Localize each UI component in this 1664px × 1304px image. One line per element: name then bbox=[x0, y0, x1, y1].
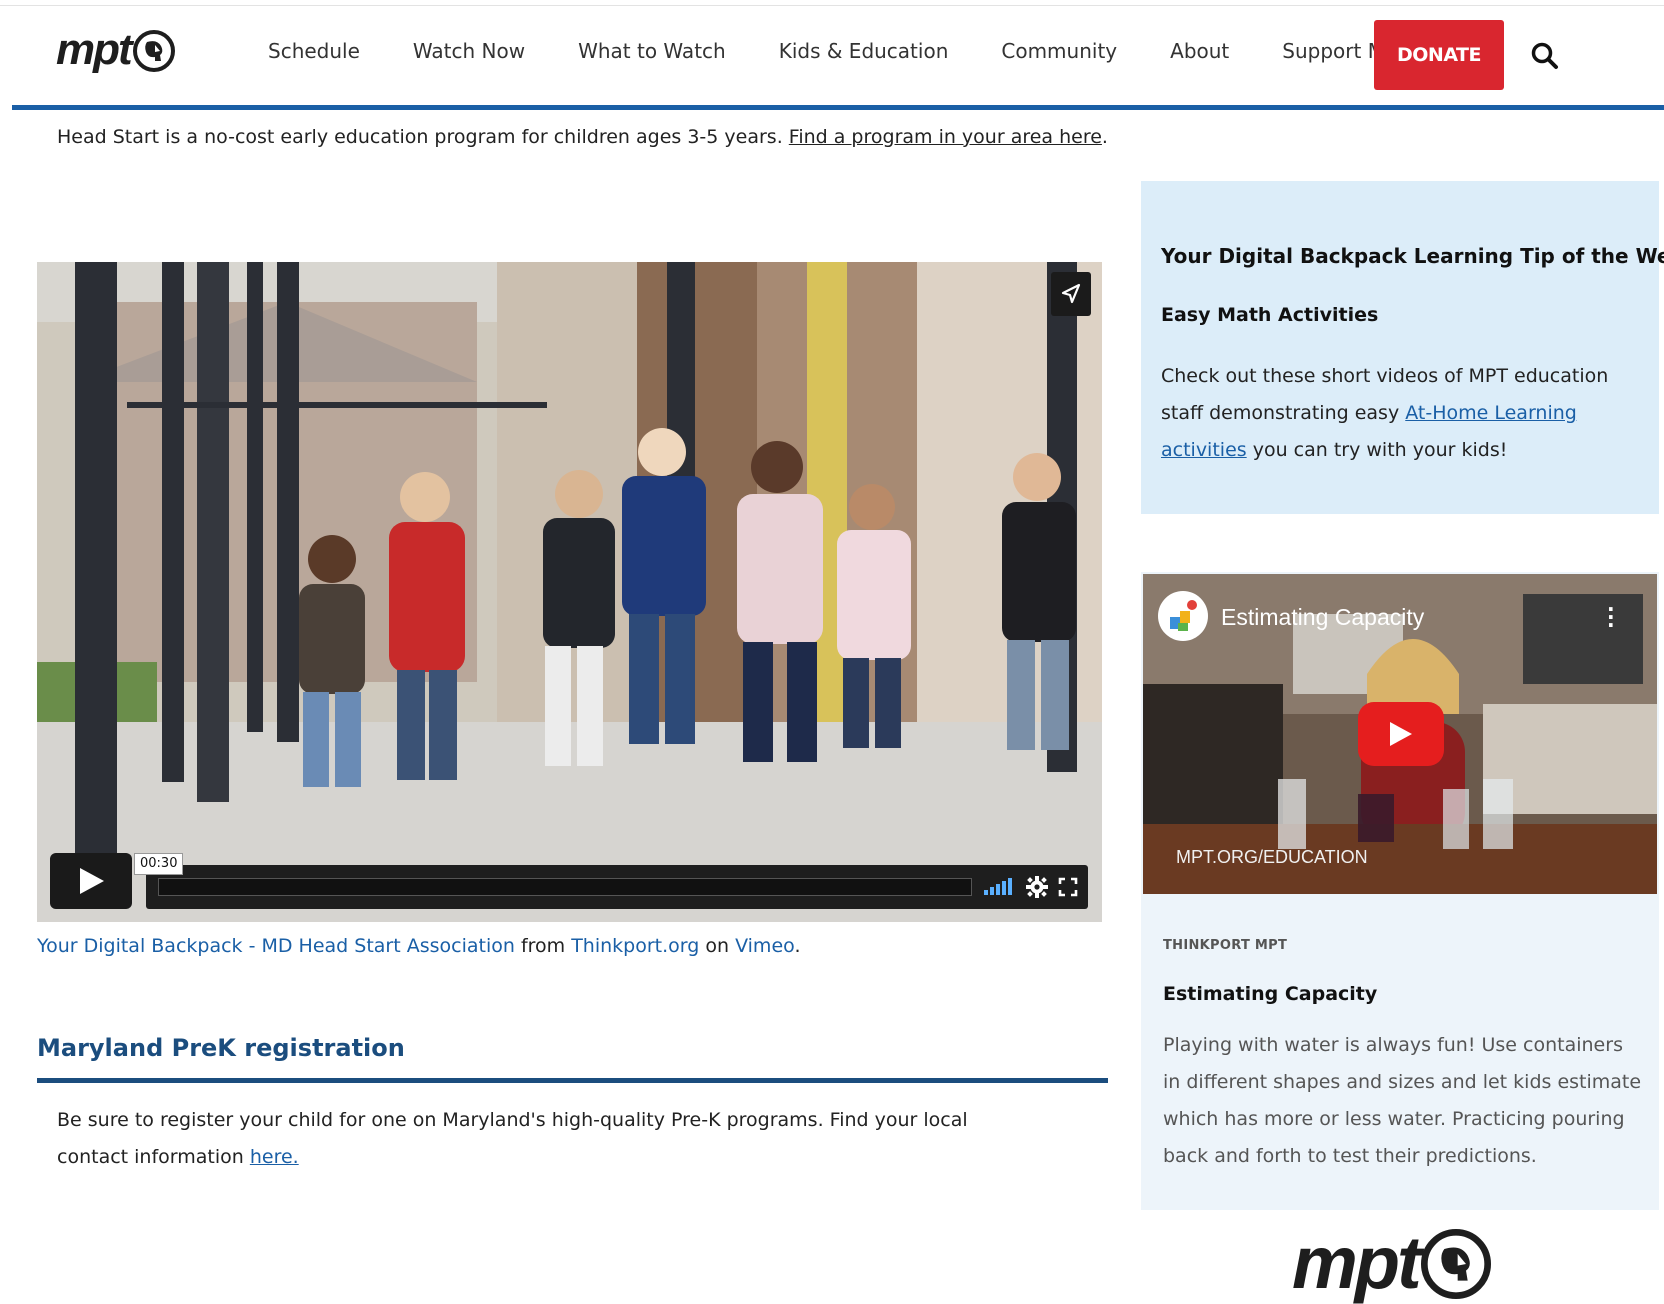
nav-kids-education[interactable]: Kids & Education bbox=[779, 39, 949, 63]
prek-divider bbox=[37, 1078, 1108, 1083]
thumbnail-title: Estimating Capacity bbox=[1221, 604, 1425, 630]
mpt-logo[interactable]: mpt bbox=[56, 28, 175, 72]
header-divider bbox=[12, 105, 1664, 110]
settings-gear-icon[interactable] bbox=[1026, 876, 1048, 898]
footer-logo-text: mpt bbox=[1292, 1221, 1422, 1304]
caption-end: . bbox=[794, 935, 801, 957]
time-badge: 00:30 bbox=[134, 853, 184, 875]
intro-suffix: . bbox=[1101, 126, 1108, 148]
share-button[interactable] bbox=[1051, 272, 1091, 316]
prek-here-link[interactable]: here. bbox=[250, 1146, 299, 1168]
logo-text: mpt bbox=[56, 25, 133, 74]
volume-icon[interactable] bbox=[984, 877, 1016, 895]
progress-bar[interactable] bbox=[158, 878, 972, 896]
thinkport-logo-icon bbox=[1170, 600, 1197, 631]
tip-title: Your Digital Backpack Learning Tip of th… bbox=[1161, 244, 1664, 268]
video-title-link[interactable]: Your Digital Backpack - MD Head Start As… bbox=[37, 935, 515, 957]
card-title[interactable]: Estimating Capacity bbox=[1163, 983, 1377, 1005]
tip-text-after: you can try with your kids! bbox=[1246, 439, 1508, 461]
channel-avatar[interactable] bbox=[1158, 591, 1208, 641]
tip-subtitle: Easy Math Activities bbox=[1161, 304, 1379, 326]
prek-heading: Maryland PreK registration bbox=[37, 1034, 405, 1062]
youtube-play-button[interactable] bbox=[1358, 702, 1444, 766]
footer-mpt-logo[interactable]: mpt bbox=[1292, 1226, 1491, 1300]
donate-button[interactable]: DONATE bbox=[1374, 20, 1504, 90]
find-program-link[interactable]: Find a program in your area here bbox=[789, 126, 1102, 148]
card-description: Playing with water is always fun! Use co… bbox=[1163, 1034, 1642, 1167]
nav-schedule[interactable]: Schedule bbox=[268, 39, 360, 63]
fullscreen-icon[interactable] bbox=[1058, 877, 1078, 897]
nav-watch-now[interactable]: Watch Now bbox=[413, 39, 525, 63]
nav-community[interactable]: Community bbox=[1001, 39, 1117, 63]
card-source: THINKPORT MPT bbox=[1163, 938, 1288, 953]
top-border bbox=[0, 5, 1664, 6]
prek-body: Be sure to register your child for one o… bbox=[57, 1109, 968, 1168]
thumbnail-url: MPT.ORG/EDUCATION bbox=[1176, 847, 1368, 867]
play-icon bbox=[1390, 722, 1412, 746]
caption-on: on bbox=[699, 935, 736, 957]
video-still-children-running bbox=[37, 262, 1102, 922]
caption-from: from bbox=[514, 935, 572, 957]
head-start-intro: Head Start is a no-cost early education … bbox=[57, 126, 1108, 148]
prek-text: Be sure to register your child for one o… bbox=[57, 1102, 1017, 1176]
tip-text: Check out these short videos of MPT educ… bbox=[1161, 358, 1651, 469]
search-icon[interactable] bbox=[1529, 40, 1561, 72]
video-caption: Your Digital Backpack - MD Head Start As… bbox=[37, 935, 800, 957]
main-nav: Schedule Watch Now What to Watch Kids & … bbox=[268, 39, 1462, 63]
play-icon bbox=[80, 868, 104, 894]
intro-text: Head Start is a no-cost early education … bbox=[57, 126, 789, 148]
nav-about[interactable]: About bbox=[1170, 39, 1229, 63]
pbs-head-icon bbox=[132, 30, 175, 72]
nav-what-to-watch[interactable]: What to Watch bbox=[578, 39, 726, 63]
video-player[interactable] bbox=[37, 262, 1102, 922]
send-icon bbox=[1061, 283, 1081, 304]
more-options-icon[interactable]: · · · bbox=[1607, 599, 1615, 635]
play-button[interactable] bbox=[50, 853, 132, 909]
pbs-head-icon bbox=[1420, 1229, 1491, 1299]
thinkport-link[interactable]: Thinkport.org bbox=[571, 935, 699, 957]
vimeo-link[interactable]: Vimeo bbox=[735, 935, 794, 957]
